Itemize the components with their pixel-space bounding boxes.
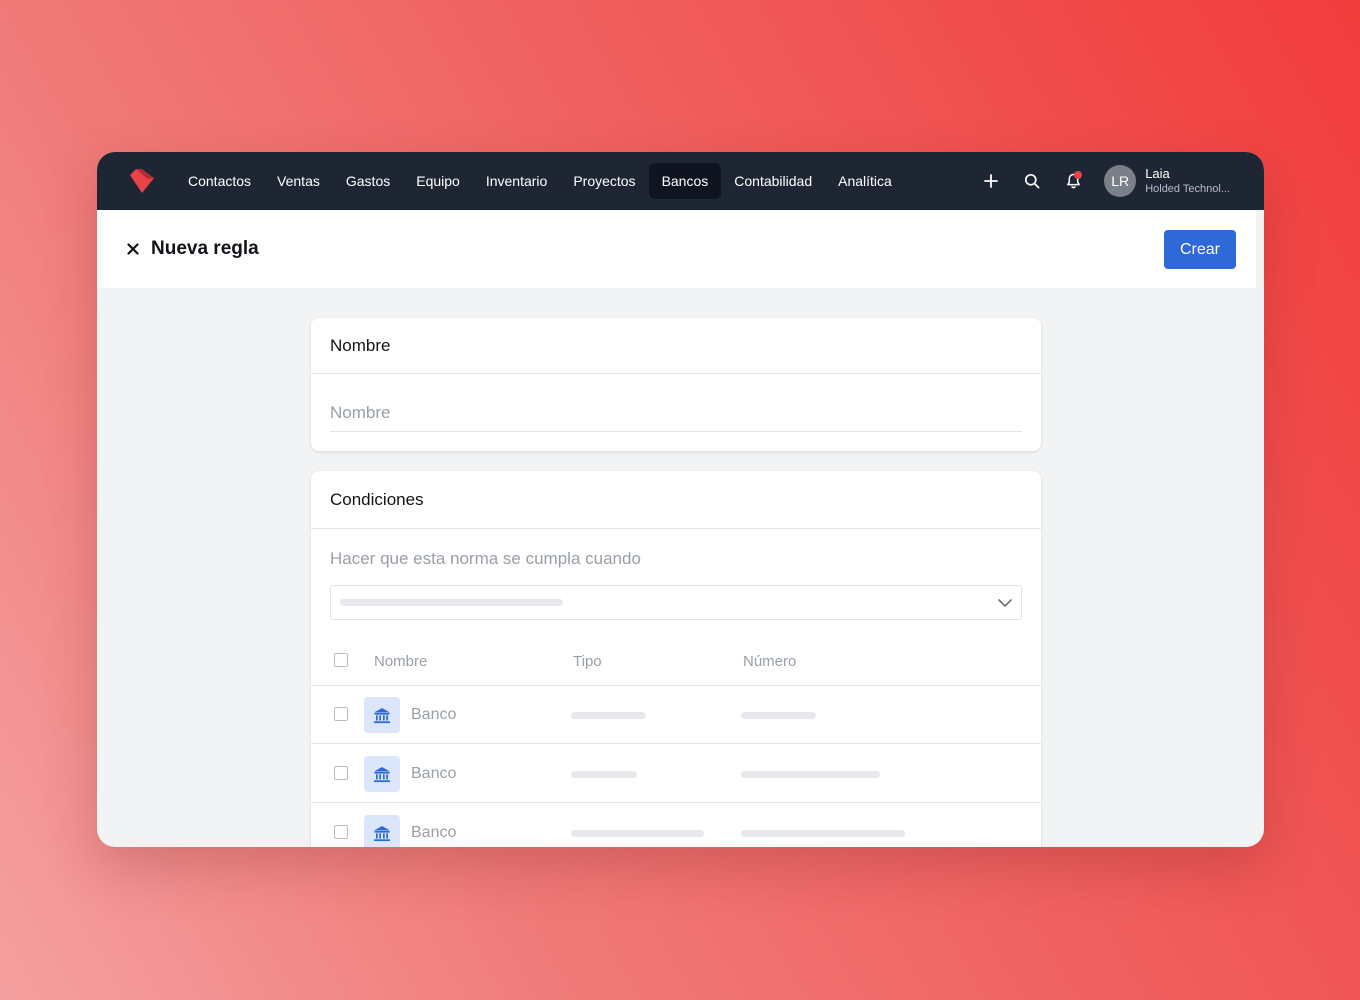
nav-item-inventario[interactable]: Inventario	[473, 163, 560, 199]
row-checkbox[interactable]	[334, 766, 348, 780]
select-all-checkbox[interactable]	[334, 653, 348, 667]
nav-item-equipo[interactable]: Equipo	[403, 163, 473, 199]
name-card: Nombre	[311, 318, 1041, 451]
conditions-card-title: Condiciones	[311, 471, 1041, 529]
nav-item-contactos[interactable]: Contactos	[175, 163, 264, 199]
rule-name-input[interactable]	[330, 394, 1022, 432]
column-header-tipo[interactable]: Tipo	[573, 653, 602, 670]
condition-select[interactable]	[330, 585, 1022, 620]
type-skeleton	[571, 771, 637, 778]
bank-icon	[364, 697, 400, 733]
notification-dot	[1074, 171, 1083, 179]
search-icon[interactable]	[1021, 170, 1043, 192]
page-title: Nueva regla	[151, 238, 259, 259]
topbar-actions: LR Laia Holded Technol...	[961, 152, 1230, 210]
holded-logo-icon[interactable]	[127, 166, 157, 196]
nav-item-bancos[interactable]: Bancos	[648, 163, 722, 199]
number-skeleton	[741, 712, 816, 719]
select-placeholder-skeleton	[340, 599, 563, 606]
main-nav: Contactos Ventas Gastos Equipo Inventari…	[175, 163, 905, 199]
plus-icon[interactable]	[980, 170, 1002, 192]
type-skeleton	[571, 712, 646, 719]
bank-name: Banco	[411, 824, 457, 841]
bell-icon[interactable]	[1062, 170, 1084, 192]
table-row[interactable]: Banco	[311, 686, 1041, 744]
top-navigation-bar: Contactos Ventas Gastos Equipo Inventari…	[97, 152, 1264, 210]
row-checkbox[interactable]	[334, 707, 348, 721]
bank-name: Banco	[411, 706, 457, 723]
bank-name: Banco	[411, 765, 457, 782]
nav-item-proyectos[interactable]: Proyectos	[560, 163, 648, 199]
user-menu[interactable]: Laia Holded Technol...	[1145, 166, 1230, 197]
create-button[interactable]: Crear	[1164, 230, 1236, 269]
name-card-title: Nombre	[311, 318, 1041, 374]
table-header: Nombre Tipo Número	[311, 638, 1041, 686]
avatar[interactable]: LR	[1104, 165, 1137, 197]
row-checkbox[interactable]	[334, 825, 348, 839]
bank-icon	[364, 815, 400, 847]
bank-icon	[364, 756, 400, 792]
user-name: Laia	[1145, 165, 1170, 181]
table-row[interactable]: Banco	[311, 804, 1041, 847]
page-header: Nueva regla Crear	[97, 210, 1256, 288]
column-header-numero[interactable]: Número	[743, 653, 796, 670]
type-skeleton	[571, 830, 704, 837]
chevron-down-icon	[998, 599, 1012, 607]
nav-item-analitica[interactable]: Analítica	[825, 163, 905, 199]
user-company: Holded Technol...	[1145, 182, 1230, 195]
app-window: Contactos Ventas Gastos Equipo Inventari…	[97, 152, 1264, 847]
conditions-hint: Hacer que esta norma se cumpla cuando	[330, 549, 641, 568]
table-row[interactable]: Banco	[311, 745, 1041, 803]
nav-item-ventas[interactable]: Ventas	[264, 163, 333, 199]
column-header-nombre[interactable]: Nombre	[374, 653, 427, 670]
number-skeleton	[741, 771, 880, 778]
close-icon[interactable]	[125, 241, 141, 257]
nav-item-contabilidad[interactable]: Contabilidad	[721, 163, 825, 199]
number-skeleton	[741, 830, 905, 837]
nav-item-gastos[interactable]: Gastos	[333, 163, 403, 199]
conditions-card: Condiciones Hacer que esta norma se cump…	[311, 471, 1041, 847]
